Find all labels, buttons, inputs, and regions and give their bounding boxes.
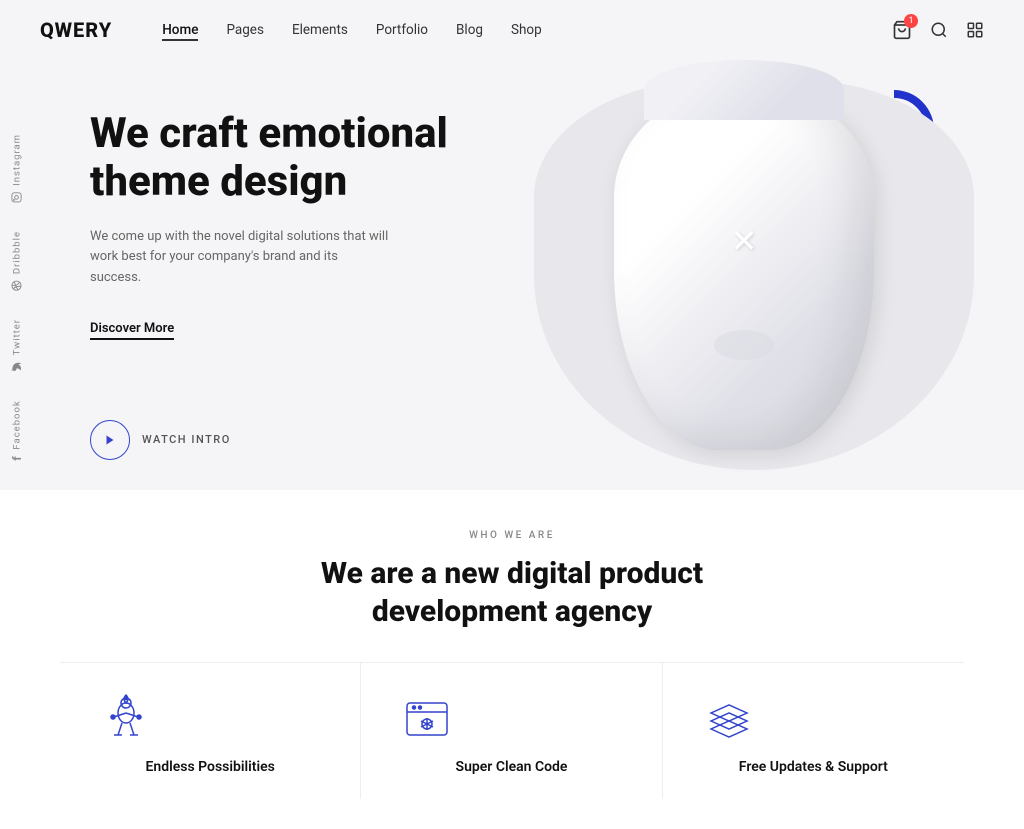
nav-home[interactable]: Home — [162, 22, 198, 38]
hero-section: We craft emotional theme design We come … — [0, 60, 1024, 490]
logo[interactable]: QWERY — [40, 18, 112, 42]
feature-card-updates: Free Updates & Support — [663, 663, 964, 799]
grid-menu-button[interactable] — [966, 21, 984, 39]
feature-card-endless: Endless Possibilities — [60, 663, 361, 799]
hero-content: We craft emotional theme design We come … — [90, 80, 944, 460]
instagram-icon — [12, 192, 23, 203]
twitter-icon — [12, 361, 23, 372]
feature-label-code: Super Clean Code — [401, 759, 621, 775]
watch-intro-label: WATCH INTRO — [142, 433, 231, 446]
nav-pages[interactable]: Pages — [226, 22, 264, 38]
feature-card-code: Super Clean Code — [361, 663, 662, 799]
feature-label-updates: Free Updates & Support — [703, 759, 924, 775]
play-button[interactable] — [90, 420, 130, 460]
code-icon — [401, 693, 621, 745]
cart-button[interactable]: 1 — [892, 20, 912, 40]
grid-icon — [966, 21, 984, 39]
header-icons: 1 — [892, 20, 984, 40]
social-facebook[interactable]: f Facebook — [0, 386, 34, 475]
search-button[interactable] — [930, 21, 948, 39]
nav-shop[interactable]: Shop — [511, 22, 542, 38]
social-instagram[interactable]: Instagram — [0, 120, 34, 217]
cart-badge: 1 — [904, 14, 918, 28]
dribbble-icon — [12, 280, 23, 291]
hero-title: We craft emotional theme design — [90, 110, 490, 207]
nav-elements[interactable]: Elements — [292, 22, 348, 38]
hero-subtitle: We come up with the novel digital soluti… — [90, 227, 390, 289]
discover-more-button[interactable]: Discover More — [90, 321, 174, 340]
feature-label-endless: Endless Possibilities — [100, 759, 320, 775]
watch-intro-button[interactable]: WATCH INTRO — [90, 420, 944, 460]
layers-icon — [703, 693, 924, 745]
feature-cards: Endless Possibilities — [60, 662, 964, 799]
social-twitter[interactable]: Twitter — [0, 305, 34, 386]
main-nav: Home Pages Elements Portfolio Blog Shop — [162, 22, 892, 38]
nav-blog[interactable]: Blog — [456, 22, 483, 38]
who-title: We are a new digital product development… — [262, 555, 762, 630]
header: QWERY Home Pages Elements Portfolio Blog… — [0, 0, 1024, 60]
play-icon — [104, 434, 116, 446]
nav-portfolio[interactable]: Portfolio — [376, 22, 428, 38]
side-social: Instagram Dribbble Twitter f Facebook — [0, 120, 34, 475]
social-dribbble[interactable]: Dribbble — [0, 217, 34, 305]
who-section: WHO WE ARE We are a new digital product … — [0, 490, 1024, 829]
facebook-icon: f — [10, 456, 24, 461]
endless-icon — [100, 693, 320, 745]
search-icon — [930, 21, 948, 39]
who-label: WHO WE ARE — [60, 530, 964, 541]
